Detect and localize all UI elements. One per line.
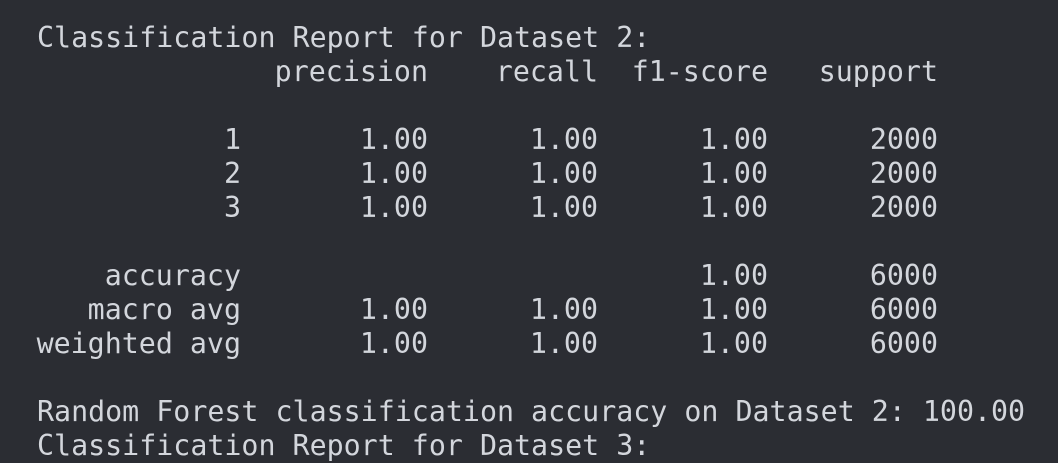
report-title: Classification Report for Dataset 2: <box>37 21 651 54</box>
row-recall: 1.00 <box>529 293 598 326</box>
row-recall: 1.00 <box>529 157 598 190</box>
row-label: 3 <box>223 191 241 224</box>
next-report-title-partial: Classification Report for Dataset 3: <box>37 429 651 462</box>
row-precision: 1.00 <box>359 293 428 326</box>
header-precision: precision <box>274 55 428 88</box>
row-recall: 1.00 <box>529 191 598 224</box>
header-f1-score: f1-score <box>631 55 768 88</box>
row-f1-score: 1.00 <box>699 157 768 190</box>
row-support: 2000 <box>869 123 938 156</box>
row-label: macro avg <box>87 293 241 326</box>
row-label: 2 <box>223 157 241 190</box>
row-label: weighted avg <box>36 327 241 360</box>
header-support: support <box>818 55 938 88</box>
row-precision: 1.00 <box>359 123 428 156</box>
class-row-1: 1 1.00 1.00 1.00 2000 <box>0 123 1058 157</box>
row-support: 6000 <box>869 327 938 360</box>
row-recall: 1.00 <box>529 123 598 156</box>
report-header-row: precision recall f1-score support <box>0 55 1058 89</box>
class-row-3: 3 1.00 1.00 1.00 2000 <box>0 191 1058 225</box>
row-f1-score: 1.00 <box>699 327 768 360</box>
row-precision: 1.00 <box>359 327 428 360</box>
row-f1-score: 1.00 <box>699 191 768 224</box>
accuracy-row: accuracy 1.00 6000 <box>0 259 1058 293</box>
row-precision: 1.00 <box>359 191 428 224</box>
row-f1-score: 1.00 <box>699 259 768 292</box>
weighted-avg-row: weighted avg 1.00 1.00 1.00 6000 <box>0 327 1058 361</box>
row-f1-score: 1.00 <box>699 123 768 156</box>
row-recall: 1.00 <box>529 327 598 360</box>
row-support: 2000 <box>869 191 938 224</box>
row-support: 6000 <box>869 259 938 292</box>
macro-avg-row: macro avg 1.00 1.00 1.00 6000 <box>0 293 1058 327</box>
accuracy-result-line: Random Forest classification accuracy on… <box>37 395 1026 428</box>
header-recall: recall <box>495 55 598 88</box>
terminal-output: Classification Report for Dataset 2: pre… <box>0 0 1058 462</box>
class-row-2: 2 1.00 1.00 1.00 2000 <box>0 157 1058 191</box>
row-f1-score: 1.00 <box>699 293 768 326</box>
row-label: 1 <box>223 123 241 156</box>
row-precision: 1.00 <box>359 157 428 190</box>
row-support: 6000 <box>869 293 938 326</box>
row-label: accuracy <box>104 259 241 292</box>
row-support: 2000 <box>869 157 938 190</box>
